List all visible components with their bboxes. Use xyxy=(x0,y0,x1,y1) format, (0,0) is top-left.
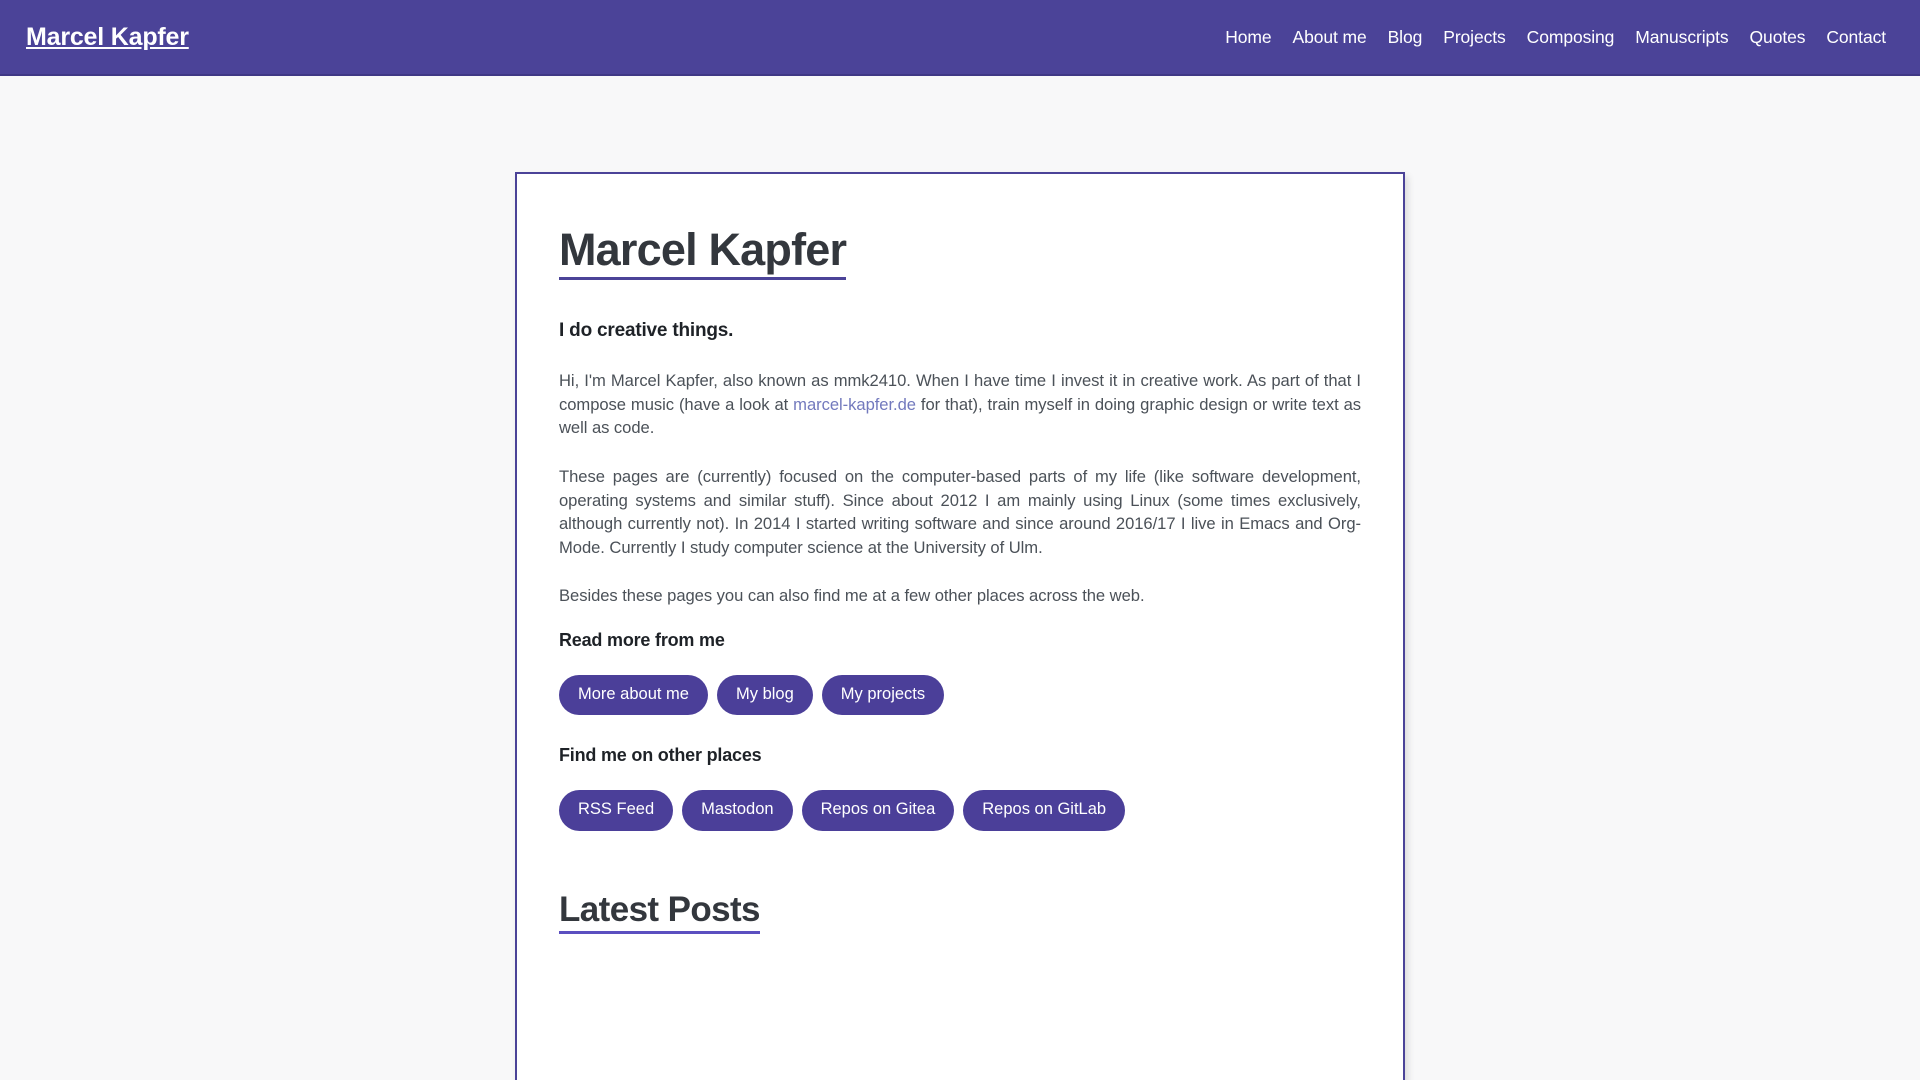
nav-item-blog[interactable]: Blog xyxy=(1388,27,1423,48)
content-card: Marcel Kapfer I do creative things. Hi, … xyxy=(515,172,1405,1080)
page-background: Marcel Kapfer I do creative things. Hi, … xyxy=(0,76,1920,1080)
find-me-heading: Find me on other places xyxy=(559,745,762,766)
read-more-link-group: More about me My blog My projects xyxy=(559,674,1361,716)
page-subtitle: I do creative things. xyxy=(559,320,734,342)
read-more-heading: Read more from me xyxy=(559,629,725,650)
more-about-me-button[interactable]: More about me xyxy=(559,674,708,716)
nav-item-quotes[interactable]: Quotes xyxy=(1750,27,1806,48)
rss-feed-button[interactable]: RSS Feed xyxy=(559,790,674,831)
mastodon-button[interactable]: Mastodon xyxy=(682,790,793,831)
site-header: Marcel Kapfer Home About me Blog Project… xyxy=(0,0,1920,76)
intro-paragraph: Hi, I'm Marcel Kapfer, also known as mmk… xyxy=(559,369,1361,440)
nav-item-projects[interactable]: Projects xyxy=(1443,27,1506,48)
nav-item-manuscripts[interactable]: Manuscripts xyxy=(1635,27,1728,48)
nav-item-about-me[interactable]: About me xyxy=(1293,27,1367,48)
my-projects-button[interactable]: My projects xyxy=(821,674,945,716)
other-places-paragraph: Besides these pages you can also find me… xyxy=(559,586,1145,606)
nav-item-home[interactable]: Home xyxy=(1225,27,1271,48)
nav-item-contact[interactable]: Contact xyxy=(1826,27,1886,48)
my-blog-button[interactable]: My blog xyxy=(716,674,813,716)
main-navigation: Home About me Blog Projects Composing Ma… xyxy=(1225,27,1892,48)
latest-posts-heading: Latest Posts xyxy=(559,890,761,935)
about-paragraph: These pages are (currently) focused on t… xyxy=(559,466,1361,557)
site-brand[interactable]: Marcel Kapfer xyxy=(26,23,189,52)
page-title: Marcel Kapfer xyxy=(559,226,847,281)
marcel-kapfer-de-link[interactable]: marcel-kapfer.de xyxy=(793,395,916,414)
repos-on-gitea-button[interactable]: Repos on Gitea xyxy=(801,790,955,831)
nav-item-composing[interactable]: Composing xyxy=(1527,27,1615,48)
social-link-group: RSS Feed Mastodon Repos on Gitea Repos o… xyxy=(559,790,1361,831)
repos-on-gitlab-button[interactable]: Repos on GitLab xyxy=(963,790,1126,831)
